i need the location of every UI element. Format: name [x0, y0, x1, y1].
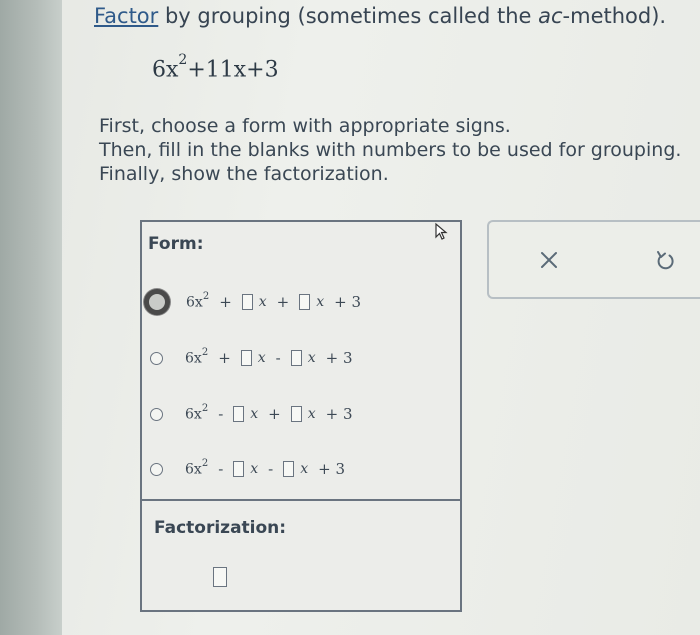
instruction-line: Finally, show the factorization. — [99, 163, 389, 185]
form-option-2[interactable]: 6x2 + x - x + 3 — [148, 343, 448, 373]
form-option-1[interactable]: 6x2 + x + x + 3 — [144, 287, 448, 317]
radio-button[interactable] — [150, 407, 163, 421]
option-expression: 6x2 + x - x + 3 — [185, 347, 353, 367]
option-expression: 6x2 - x - x + 3 — [185, 458, 346, 478]
answer-panel: Form: 6x2 + x + x + 3 6x2 + x - x + 3 6x… — [140, 220, 462, 612]
instructions: First, choose a form with appropriate si… — [99, 114, 681, 186]
blank-input[interactable] — [290, 350, 302, 366]
radio-button-selected[interactable] — [144, 289, 170, 315]
x-icon[interactable] — [537, 248, 561, 272]
mouse-cursor-icon — [435, 222, 448, 240]
action-panel — [487, 220, 700, 299]
expr-middle: +11x — [187, 57, 247, 83]
heading-text-1: by grouping (sometimes called the — [158, 4, 539, 28]
polynomial-expression: 6x2+11x+3 — [152, 52, 279, 83]
factorization-label: Factorization: — [154, 518, 287, 538]
panel-divider — [142, 499, 460, 501]
content-area: Factor by grouping (sometimes called the… — [62, 0, 700, 635]
expr-end: +3 — [246, 57, 279, 83]
heading-italic: ac — [538, 4, 563, 28]
blank-input[interactable] — [241, 294, 253, 310]
form-option-4[interactable]: 6x2 - x - x + 3 — [148, 454, 448, 484]
instruction-line: Then, fill in the blanks with numbers to… — [99, 139, 682, 161]
problem-heading: Factor by grouping (sometimes called the… — [94, 4, 666, 28]
factor-link[interactable]: Factor — [94, 4, 158, 28]
expr-coef: 6x — [152, 57, 179, 83]
blank-input[interactable] — [283, 461, 295, 477]
undo-icon[interactable] — [653, 248, 677, 272]
instruction-line: First, choose a form with appropriate si… — [99, 115, 511, 137]
left-background-strip — [0, 0, 62, 635]
blank-input[interactable] — [233, 461, 245, 477]
blank-input[interactable] — [299, 294, 311, 310]
option-expression: 6x2 + x + x + 3 — [186, 291, 362, 311]
blank-input[interactable] — [290, 406, 302, 422]
option-expression: 6x2 - x + x + 3 — [185, 403, 353, 423]
blank-input[interactable] — [240, 350, 252, 366]
factorization-input[interactable] — [213, 567, 227, 587]
radio-button[interactable] — [150, 351, 163, 365]
radio-button[interactable] — [150, 462, 163, 476]
heading-text-2: -method). — [562, 4, 667, 28]
expr-exponent: 2 — [178, 52, 188, 68]
form-option-3[interactable]: 6x2 - x + x + 3 — [148, 399, 448, 429]
blank-input[interactable] — [233, 406, 245, 422]
form-label: Form: — [148, 234, 204, 254]
